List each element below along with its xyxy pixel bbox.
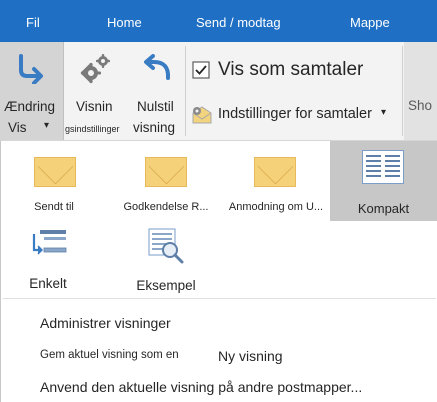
ribbon-tab-bar: Fil Home Send / modtag Mappe <box>0 0 437 42</box>
view-settings-label-1: Visnin <box>76 99 113 114</box>
view-settings-button[interactable]: Visnin gsindstillinger <box>65 42 131 140</box>
chevron-down-icon: ▾ <box>381 107 387 118</box>
conversation-settings-icon <box>192 106 212 124</box>
tab-send-receive[interactable]: Send / modtag <box>196 15 281 30</box>
view-label: Kompakt <box>357 201 410 216</box>
view-label: Sendt til <box>34 201 74 213</box>
view-request[interactable]: Anmodning om U... <box>226 141 326 223</box>
view-label: Anmodning om U... <box>228 201 324 213</box>
view-label: Enkelt <box>29 276 67 291</box>
envelope-icon <box>34 157 76 187</box>
single-list-icon <box>32 230 67 255</box>
ribbon-divider <box>185 46 186 136</box>
tab-folder[interactable]: Mappe <box>350 15 390 30</box>
conversation-settings-label: Indstillinger for samtaler <box>218 106 372 122</box>
show-as-conversations-label: Vis som samtaler <box>218 59 364 80</box>
view-label: Godkendelse R... <box>123 201 209 213</box>
save-view-menu-item[interactable]: Gem aktuel visning som en Ny visning <box>1 341 437 371</box>
checkbox-checked-icon <box>192 61 210 79</box>
preview-icon <box>148 228 184 264</box>
change-view-label-2: Vis <box>8 120 27 135</box>
view-approval[interactable]: Godkendelse R... <box>112 141 220 223</box>
menu-divider <box>3 298 436 299</box>
reset-icon <box>144 54 171 80</box>
show-group-label: Sho <box>408 98 433 113</box>
reset-view-label-1: Nulstil <box>137 99 174 114</box>
chevron-down-icon: ▾ <box>44 120 50 131</box>
view-preview[interactable]: Eksempel <box>112 223 220 297</box>
envelope-icon <box>145 157 187 187</box>
manage-views-menu-item[interactable]: Administrer visninger <box>1 308 437 338</box>
change-view-button[interactable]: Ændring Vis ▾ <box>0 42 64 140</box>
change-view-label-1: Ændring <box>4 99 56 114</box>
view-settings-label-2: gsindstillinger <box>65 124 120 134</box>
save-view-label: Gem aktuel visning som en <box>40 349 179 361</box>
ribbon-divider <box>402 46 403 136</box>
gear-icon <box>80 54 110 84</box>
view-single[interactable]: Enkelt <box>10 223 98 297</box>
envelope-icon <box>254 157 296 187</box>
show-as-conversations-checkbox[interactable]: Vis som samtaler <box>190 59 400 83</box>
change-view-dropdown: Sendt til Godkendelse R... Anmodning om … <box>0 141 437 402</box>
compact-list-icon <box>362 150 404 184</box>
save-view-value: Ny visning <box>218 348 283 364</box>
reset-view-label-2: visning <box>133 120 176 135</box>
change-view-icon <box>19 54 43 84</box>
view-compact[interactable]: Kompakt <box>330 141 437 221</box>
show-group-button[interactable]: Sho <box>404 42 437 140</box>
conversation-settings-button[interactable]: Indstillinger for samtaler ▾ <box>190 102 398 128</box>
apply-view-menu-item[interactable]: Anvend den aktuelle visning på andre pos… <box>1 373 437 402</box>
tab-home[interactable]: Home <box>107 15 142 30</box>
reset-view-button[interactable]: Nulstil visning <box>131 42 184 140</box>
apply-view-label: Anvend den aktuelle visning på andre pos… <box>40 379 363 395</box>
view-sent-to[interactable]: Sendt til <box>10 141 98 223</box>
tab-fil[interactable]: Fil <box>26 15 40 30</box>
view-label: Eksempel <box>136 278 196 293</box>
manage-views-label: Administrer visninger <box>40 315 171 331</box>
ribbon-body: Ændring Vis ▾ Visnin gsindstillinger Nul… <box>0 42 437 141</box>
